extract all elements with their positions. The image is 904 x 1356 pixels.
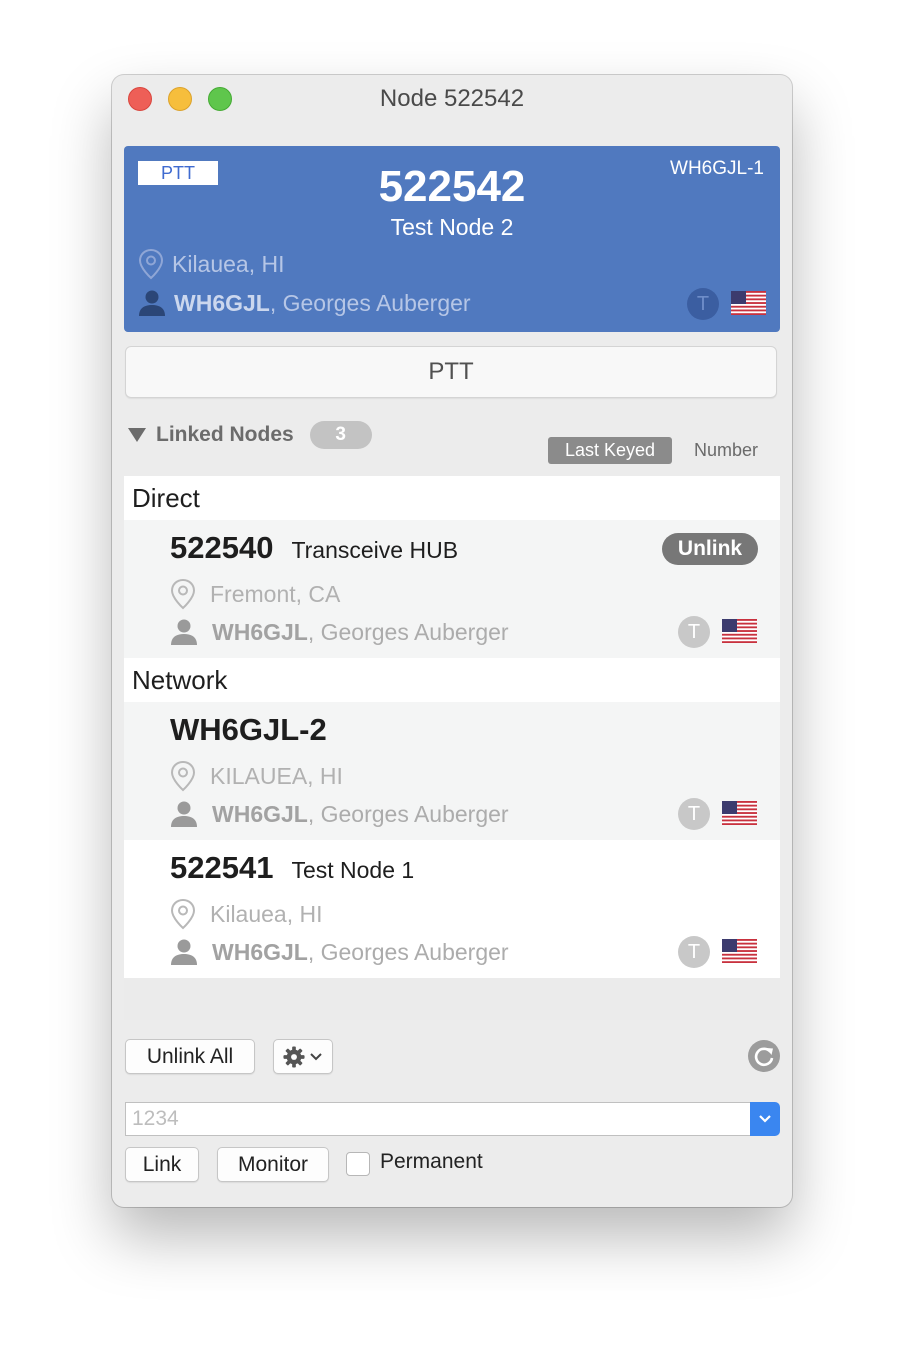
section-header-direct: Direct xyxy=(124,476,780,520)
node-type-badge: T xyxy=(678,936,710,968)
node-name: Test Node 1 xyxy=(291,857,415,883)
node-number-input[interactable] xyxy=(125,1102,751,1136)
chevron-down-icon xyxy=(759,1115,771,1123)
us-flag-icon xyxy=(722,939,757,963)
node-title: 522540 Transceive HUB xyxy=(170,530,458,566)
owner-name: , Georges Auberger xyxy=(307,938,509,965)
node-owner: WH6GJL, Georges Auberger xyxy=(138,285,471,321)
node-location-text: Kilauea, HI xyxy=(210,900,323,927)
node-number: 522541 xyxy=(170,850,274,885)
node-number: 522540 xyxy=(170,530,274,565)
node-owner-text: WH6GJL, Georges Auberger xyxy=(212,939,509,966)
linked-nodes-list[interactable]: Direct 522540 Transceive HUB Unlink Frem… xyxy=(124,476,780,1020)
person-icon xyxy=(139,290,165,316)
person-icon xyxy=(171,939,197,965)
node-history-dropdown-button[interactable] xyxy=(750,1102,780,1136)
window-title: Node 522542 xyxy=(379,85,525,112)
node-owner-text: WH6GJL, Georges Auberger xyxy=(174,290,471,317)
actions-menu-button[interactable] xyxy=(273,1039,333,1074)
unlink-all-button[interactable]: Unlink All xyxy=(125,1039,255,1074)
owner-callsign: WH6GJL xyxy=(174,289,270,316)
owner-name: , Georges Auberger xyxy=(307,618,509,645)
node-title: 522541 Test Node 1 xyxy=(170,850,414,886)
permanent-label[interactable]: Permanent xyxy=(380,1150,483,1174)
refresh-icon[interactable] xyxy=(747,1039,781,1073)
disclosure-triangle-icon[interactable] xyxy=(128,428,146,442)
list-item[interactable]: 522540 Transceive HUB Unlink Fremont, CA… xyxy=(124,520,780,658)
node-name: Transceive HUB xyxy=(291,537,459,563)
person-icon xyxy=(171,619,197,645)
node-location: Fremont, CA xyxy=(170,576,340,612)
node-owner: WH6GJL, Georges Auberger xyxy=(170,934,509,970)
node-location-text: KILAUEA, HI xyxy=(210,762,343,789)
list-item[interactable]: 522541 Test Node 1 Kilauea, HI WH6GJL, G… xyxy=(124,840,780,978)
link-button[interactable]: Link xyxy=(125,1147,199,1182)
owner-name: , Georges Auberger xyxy=(269,289,471,316)
unlink-button[interactable]: Unlink xyxy=(662,533,758,565)
location-pin-icon xyxy=(170,578,196,610)
us-flag-icon xyxy=(722,619,757,643)
node-location: KILAUEA, HI xyxy=(170,758,343,794)
node-owner-text: WH6GJL, Georges Auberger xyxy=(212,619,509,646)
node-location-text: Fremont, CA xyxy=(210,580,341,607)
node-location: Kilauea, HI xyxy=(170,896,323,932)
owner-callsign: WH6GJL xyxy=(212,938,308,965)
chevron-down-icon xyxy=(310,1052,322,1060)
location-pin-icon xyxy=(170,898,196,930)
person-icon xyxy=(171,801,197,827)
node-type-badge: T xyxy=(678,798,710,830)
permanent-checkbox[interactable] xyxy=(346,1152,370,1176)
section-header-network: Network xyxy=(124,658,780,702)
node-number: WH6GJL-2 xyxy=(170,712,327,747)
app-window: Node 522542 PTT WH6GJL-1 522542 Test Nod… xyxy=(112,75,792,1207)
node-owner: WH6GJL, Georges Auberger xyxy=(170,796,509,832)
owner-callsign: WH6GJL xyxy=(212,800,308,827)
title-bar: Node 522542 xyxy=(112,75,792,123)
node-location: Kilauea, HI xyxy=(138,246,285,282)
node-type-badge: T xyxy=(678,616,710,648)
node-owner-text: WH6GJL, Georges Auberger xyxy=(212,801,509,828)
owner-callsign: WH6GJL xyxy=(212,618,308,645)
sort-last-keyed-button[interactable]: Last Keyed xyxy=(548,437,672,464)
location-pin-icon xyxy=(138,248,164,280)
list-item[interactable]: WH6GJL-2 KILAUEA, HI WH6GJL, Georges Aub… xyxy=(124,702,780,840)
sort-number-button[interactable]: Number xyxy=(684,437,768,464)
node-type-badge: T xyxy=(687,288,719,320)
node-title: WH6GJL-2 xyxy=(170,712,327,748)
linked-count-badge: 3 xyxy=(309,421,372,449)
node-number: 522542 xyxy=(378,162,526,211)
us-flag-icon xyxy=(722,801,757,825)
linked-nodes-disclosure[interactable]: Linked Nodes 3 xyxy=(128,421,372,449)
node-name: Test Node 2 xyxy=(390,214,514,240)
node-owner: WH6GJL, Georges Auberger xyxy=(170,614,509,650)
owner-name: , Georges Auberger xyxy=(307,800,509,827)
monitor-button[interactable]: Monitor xyxy=(217,1147,329,1182)
node-location-text: Kilauea, HI xyxy=(172,250,285,277)
linked-nodes-label: Linked Nodes xyxy=(156,423,294,446)
us-flag-icon xyxy=(731,291,766,315)
ptt-button[interactable]: PTT xyxy=(125,346,777,398)
current-node-card: PTT WH6GJL-1 522542 Test Node 2 Kilauea,… xyxy=(124,146,780,332)
gear-icon xyxy=(283,1045,305,1068)
location-pin-icon xyxy=(170,760,196,792)
